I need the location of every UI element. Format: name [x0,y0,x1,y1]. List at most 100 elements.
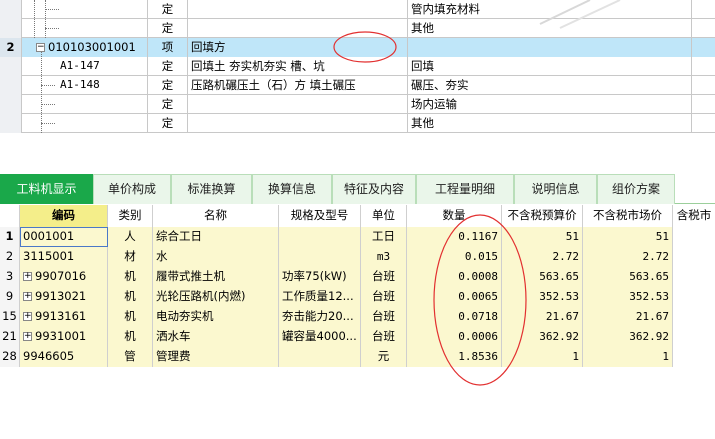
item-content[interactable]: 回填 [408,57,692,76]
resource-row[interactable]: 2 3115001 材 水 m3 0.015 2.72 2.72 [0,247,715,267]
resource-tax-price[interactable] [673,327,715,347]
tab-quantity-details[interactable]: 工程量明细 [416,174,514,204]
resource-code[interactable]: 9946605 [20,347,108,367]
item-content[interactable]: 其他 [408,114,692,133]
item-extra[interactable] [692,114,715,133]
resource-tax-price[interactable] [673,287,715,307]
expand-icon[interactable]: + [23,332,32,341]
resource-unit[interactable]: 工日 [361,227,407,247]
resource-name[interactable]: 电动夯实机 [153,307,279,327]
item-code[interactable] [22,0,148,19]
resource-tax-price[interactable] [673,347,715,367]
resource-code[interactable]: +9913021 [20,287,108,307]
resource-quantity[interactable]: 0.0008 [407,267,502,287]
resource-category[interactable]: 材 [108,247,153,267]
resource-spec[interactable] [279,227,361,247]
resource-unit[interactable]: 台班 [361,287,407,307]
resource-spec[interactable] [279,347,361,367]
resource-spec[interactable]: 功率75(kW) [279,267,361,287]
resource-unit[interactable]: 台班 [361,327,407,347]
resource-category[interactable]: 机 [108,327,153,347]
resource-quantity[interactable]: 0.0718 [407,307,502,327]
resource-budget-price[interactable]: 362.92 [502,327,583,347]
item-extra[interactable] [692,57,715,76]
resource-budget-price[interactable]: 563.65 [502,267,583,287]
resource-row[interactable]: 21 +9931001 机 洒水车 罐容量4000... 台班 0.0006 3… [0,327,715,347]
tab-unit-price-composition[interactable]: 单价构成 [93,174,171,204]
resource-unit[interactable]: 台班 [361,307,407,327]
resource-category[interactable]: 管 [108,347,153,367]
header-name[interactable]: 名称 [153,205,279,227]
header-code[interactable]: 编码 [20,205,108,227]
resource-budget-price[interactable]: 352.53 [502,287,583,307]
resource-quantity[interactable]: 0.0006 [407,327,502,347]
item-name[interactable]: 压路机碾压土（石）方 填土碾压 [188,76,408,95]
resource-budget-price[interactable]: 21.67 [502,307,583,327]
resource-code[interactable]: +9913161 [20,307,108,327]
expand-icon[interactable]: + [23,272,32,281]
resource-spec[interactable]: 工作质量12... [279,287,361,307]
tab-labor-material-machine[interactable]: 工料机显示 [0,174,93,204]
resource-spec[interactable]: 夯击能力20... [279,307,361,327]
item-type[interactable]: 定 [148,95,188,114]
resource-quantity[interactable]: 0.1167 [407,227,502,247]
resource-tax-price[interactable] [673,307,715,327]
resource-market-price[interactable]: 21.67 [583,307,673,327]
item-row-selected[interactable]: 2 −010103001001 项 回填方 [0,38,715,57]
resource-name[interactable]: 管理费 [153,347,279,367]
item-name[interactable]: 回填土 夯实机夯实 槽、坑 [188,57,408,76]
resource-quantity[interactable]: 0.0065 [407,287,502,307]
item-content[interactable] [408,38,692,57]
resource-category[interactable]: 人 [108,227,153,247]
resource-market-price[interactable]: 563.65 [583,267,673,287]
tab-pricing-scheme[interactable]: 组价方案 [597,174,675,204]
item-name[interactable] [188,19,408,38]
header-quantity[interactable]: 数量 [407,205,502,227]
resource-budget-price[interactable]: 2.72 [502,247,583,267]
item-row[interactable]: 定 其他 [0,114,715,133]
item-extra[interactable] [692,38,715,57]
header-market-price[interactable]: 不含税市场价 [583,205,673,227]
resource-spec[interactable]: 罐容量4000... [279,327,361,347]
resource-code[interactable]: +9907016 [20,267,108,287]
resource-row[interactable]: 1 0001001 人 综合工日 工日 0.1167 51 51 [0,227,715,247]
tab-features-content[interactable]: 特征及内容 [332,174,416,204]
item-type[interactable]: 定 [148,19,188,38]
resource-unit[interactable]: 台班 [361,267,407,287]
resource-row[interactable]: 28 9946605 管 管理费 元 1.8536 1 1 [0,347,715,367]
resource-row[interactable]: 3 +9907016 机 履带式推土机 功率75(kW) 台班 0.0008 5… [0,267,715,287]
header-spec[interactable]: 规格及型号 [279,205,361,227]
resource-category[interactable]: 机 [108,307,153,327]
resource-market-price[interactable]: 362.92 [583,327,673,347]
resource-name[interactable]: 综合工日 [153,227,279,247]
resource-budget-price[interactable]: 1 [502,347,583,367]
item-type[interactable]: 定 [148,0,188,19]
header-category[interactable]: 类别 [108,205,153,227]
tab-conversion-info[interactable]: 换算信息 [252,174,332,204]
item-content[interactable]: 场内运输 [408,95,692,114]
collapse-toggle-icon[interactable]: − [36,43,45,52]
item-extra[interactable] [692,76,715,95]
resource-market-price[interactable]: 2.72 [583,247,673,267]
resource-category[interactable]: 机 [108,267,153,287]
item-name[interactable] [188,95,408,114]
resource-code[interactable]: +9931001 [20,327,108,347]
resource-category[interactable]: 机 [108,287,153,307]
item-content[interactable]: 碾压、夯实 [408,76,692,95]
resource-unit[interactable]: 元 [361,347,407,367]
item-name[interactable] [188,0,408,19]
resource-spec[interactable] [279,247,361,267]
resource-quantity[interactable]: 0.015 [407,247,502,267]
resource-market-price[interactable]: 352.53 [583,287,673,307]
resource-name[interactable]: 洒水车 [153,327,279,347]
resource-quantity[interactable]: 1.8536 [407,347,502,367]
item-type[interactable]: 定 [148,57,188,76]
item-name[interactable] [188,114,408,133]
resource-row[interactable]: 15 +9913161 机 电动夯实机 夯击能力20... 台班 0.0718 … [0,307,715,327]
resource-row[interactable]: 9 +9913021 机 光轮压路机(内燃) 工作质量12... 台班 0.00… [0,287,715,307]
resource-code[interactable]: 0001001 [20,227,108,247]
item-name[interactable]: 回填方 [188,38,408,57]
resource-code[interactable]: 3115001 [20,247,108,267]
item-row[interactable]: A1-148 定 压路机碾压土（石）方 填土碾压 碾压、夯实 [0,76,715,95]
resource-name[interactable]: 光轮压路机(内燃) [153,287,279,307]
